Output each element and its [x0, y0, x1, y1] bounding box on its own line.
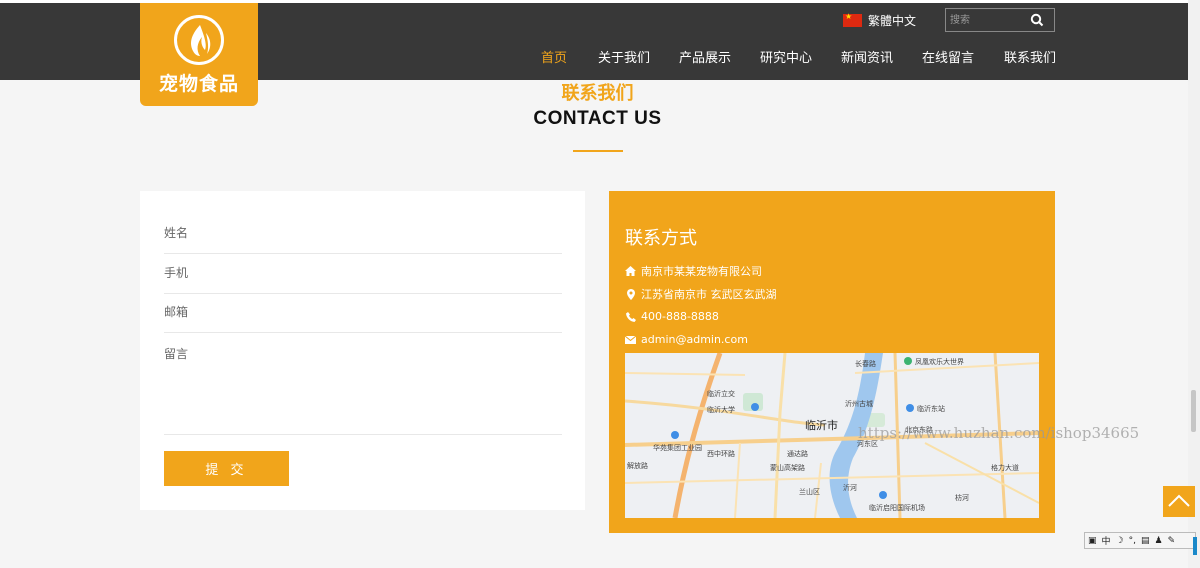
message-field-row — [164, 337, 562, 435]
email-text[interactable]: admin@admin.com — [641, 333, 748, 346]
language-switch[interactable]: 繁體中文 — [843, 12, 916, 28]
company-name: 南京市某某宠物有限公司 — [641, 265, 762, 278]
map-label: 枋河 — [955, 494, 969, 502]
map-label: 临沂大学 — [707, 406, 735, 414]
keyboard-icon[interactable]: ▤ — [1141, 536, 1150, 546]
nav-item-home[interactable]: 首页 — [541, 47, 567, 66]
phone-field-row — [164, 258, 562, 294]
back-to-top-button[interactable] — [1163, 486, 1195, 517]
moon-icon[interactable]: ☽ — [1116, 536, 1124, 546]
home-icon — [625, 266, 636, 277]
search-input[interactable] — [946, 9, 1026, 31]
map-label: 解放路 — [627, 462, 648, 470]
contact-form: 提 交 — [140, 191, 585, 510]
map-city-label: 临沂市 — [805, 419, 838, 432]
punctuation-icon[interactable]: °, — [1129, 536, 1136, 546]
contact-title: 联系方式 — [625, 228, 697, 249]
email-row: admin@admin.com — [625, 333, 748, 346]
search-icon[interactable] — [1030, 13, 1044, 27]
flame-logo-icon — [174, 15, 224, 65]
ime-edge — [1193, 537, 1197, 555]
map-marker-icon — [625, 288, 636, 300]
map-label: 凤凰欢乐大世界 — [915, 358, 964, 366]
map-label: 沂河 — [843, 484, 857, 492]
envelope-icon — [625, 334, 636, 345]
nav-item-products[interactable]: 产品展示 — [679, 47, 731, 66]
chevron-up-icon — [1168, 494, 1190, 507]
ime-toolbar[interactable]: ▣ 中 ☽ °, ▤ ♟ ✎ — [1084, 532, 1196, 549]
map-label: 临沂立交 — [707, 390, 735, 398]
nav-item-message[interactable]: 在线留言 — [922, 47, 974, 66]
nav-item-research[interactable]: 研究中心 — [760, 47, 812, 66]
nav-item-about[interactable]: 关于我们 — [598, 47, 650, 66]
submit-button[interactable]: 提 交 — [164, 451, 289, 486]
phone-text: 400-888-8888 — [641, 310, 719, 323]
phone-icon — [625, 311, 636, 322]
map-label: 西中环路 — [707, 450, 735, 458]
nav-item-news[interactable]: 新闻资讯 — [841, 47, 893, 66]
user-icon[interactable]: ♟ — [1155, 536, 1163, 546]
map-label: 华苑集团工业园 — [653, 444, 702, 452]
name-field-row — [164, 218, 562, 254]
ime-mode[interactable]: 中 — [1102, 534, 1111, 547]
wrench-icon[interactable]: ✎ — [1168, 536, 1176, 546]
phone-row: 400-888-8888 — [625, 310, 719, 323]
map-label: 格力大道 — [991, 464, 1019, 472]
scrollbar-thumb[interactable] — [1191, 390, 1196, 432]
nav-item-contact[interactable]: 联系我们 — [1004, 47, 1056, 66]
title-divider — [573, 150, 623, 152]
search-box — [945, 8, 1055, 32]
logo-text: 宠物食品 — [158, 73, 239, 95]
map-label: 长春路 — [855, 360, 876, 368]
phone-input[interactable] — [164, 258, 562, 288]
map-label: 蒙山高架路 — [770, 464, 805, 472]
map-label: 兰山区 — [799, 488, 820, 496]
contact-info-panel: 联系方式 南京市某某宠物有限公司 江苏省南京市 玄武区玄武湖 400-888-8… — [609, 191, 1055, 533]
company-row: 南京市某某宠物有限公司 — [625, 263, 762, 279]
email-input[interactable] — [164, 297, 562, 327]
address-row: 江苏省南京市 玄武区玄武湖 — [625, 286, 777, 302]
map-label: 通达路 — [787, 450, 808, 458]
map-label: 沂州古城 — [845, 400, 873, 408]
map-label: 临沂东站 — [917, 405, 945, 413]
watermark-text: https://www.huzhan.com/ishop34665 — [858, 424, 1140, 442]
address-text: 江苏省南京市 玄武区玄武湖 — [641, 288, 777, 301]
section-title-en: CONTACT US — [533, 108, 662, 129]
site-logo[interactable]: 宠物食品 — [140, 3, 258, 106]
ime-logo-icon: ▣ — [1088, 535, 1097, 546]
name-input[interactable] — [164, 218, 562, 248]
map-label: 临沂启阳国际机场 — [869, 504, 925, 512]
message-textarea[interactable] — [164, 337, 562, 427]
page-scrollbar[interactable] — [1188, 0, 1200, 568]
email-field-row — [164, 297, 562, 333]
language-label: 繁體中文 — [868, 13, 917, 28]
china-flag-icon — [843, 12, 862, 27]
